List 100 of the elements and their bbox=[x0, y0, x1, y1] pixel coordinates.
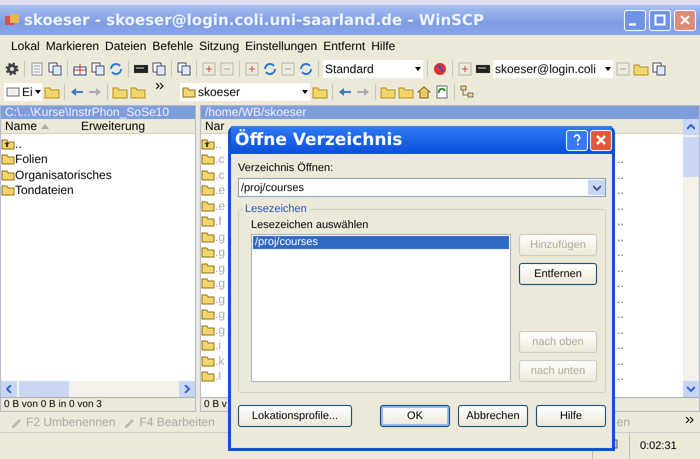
rights-cell: .. bbox=[617, 230, 624, 244]
scroll-up-icon[interactable] bbox=[687, 124, 695, 130]
rights-cell: .. bbox=[617, 183, 624, 198]
column-header[interactable]: Nar bbox=[201, 119, 224, 133]
folder-icon bbox=[201, 184, 215, 196]
vertical-scrollbar[interactable] bbox=[683, 119, 699, 397]
folder-icon bbox=[201, 324, 215, 336]
rights-cell: .. bbox=[617, 245, 624, 260]
menu-item[interactable]: Befehle bbox=[149, 39, 196, 53]
dialog-title: Öffne Verzeichnis bbox=[235, 130, 402, 150]
minus-icon[interactable] bbox=[219, 60, 235, 76]
copy-icon[interactable] bbox=[651, 60, 667, 76]
more-icon[interactable] bbox=[156, 83, 164, 89]
close-icon bbox=[595, 134, 607, 146]
menu-item[interactable]: Sitzung bbox=[196, 39, 242, 53]
dialog-button[interactable]: Abbrechen bbox=[458, 405, 528, 427]
folder-icon bbox=[201, 308, 215, 320]
sync-icon[interactable] bbox=[262, 60, 278, 76]
rights-cell: .. bbox=[617, 369, 624, 384]
folder-icon bbox=[201, 277, 215, 290]
dialog-button[interactable]: OK bbox=[380, 405, 450, 427]
scroll-down-icon[interactable] bbox=[687, 386, 695, 392]
horizontal-scrollbar[interactable] bbox=[1, 381, 195, 397]
file-name[interactable]: Organisatorisches bbox=[15, 168, 112, 182]
minimize-button[interactable] bbox=[624, 10, 646, 30]
file-name[interactable]: Tondateien bbox=[15, 183, 74, 198]
parent-folder-icon bbox=[1, 138, 15, 150]
folder-icon bbox=[1, 153, 15, 166]
rights-cell: .. bbox=[617, 322, 624, 337]
folder-icon bbox=[201, 339, 215, 352]
menu-item[interactable]: Hilfe bbox=[368, 39, 398, 53]
rights-cell: .. bbox=[617, 292, 624, 306]
dialog-button[interactable]: Hilfe bbox=[536, 405, 606, 427]
parent-folder-icon bbox=[201, 138, 215, 150]
session-dropdown[interactable]: skoeser@login.coli bbox=[493, 60, 613, 78]
globe-icon[interactable] bbox=[432, 60, 448, 76]
scrollbar-thumb[interactable] bbox=[19, 381, 69, 397]
rights-cell: .. bbox=[617, 198, 624, 213]
column-header[interactable]: Erweiterung bbox=[77, 119, 146, 133]
dialog-button[interactable]: Lokationsprofile... bbox=[238, 405, 352, 427]
folder-icon bbox=[182, 86, 196, 98]
file-name[interactable]: Folien bbox=[15, 152, 48, 166]
close-button[interactable] bbox=[674, 10, 696, 30]
scroll-left-icon[interactable] bbox=[6, 385, 12, 393]
dialog-button[interactable]: Entfernen bbox=[519, 263, 597, 285]
rights-cell: .. bbox=[617, 307, 624, 322]
maximize-button[interactable] bbox=[649, 10, 671, 30]
copy-icon[interactable] bbox=[151, 60, 167, 76]
rights-cell: .. bbox=[617, 168, 624, 182]
plus-icon[interactable] bbox=[201, 60, 217, 76]
minus-icon[interactable] bbox=[280, 60, 296, 76]
folder-icon bbox=[201, 370, 215, 382]
folder-icon bbox=[201, 200, 215, 212]
question-mark-icon bbox=[571, 134, 583, 146]
folder-icon bbox=[201, 292, 215, 305]
plus-icon[interactable] bbox=[244, 60, 260, 76]
close-button[interactable] bbox=[590, 130, 612, 150]
drive-dropdown[interactable]: Ei bbox=[4, 82, 42, 100]
menu-item[interactable]: Entfernt bbox=[320, 39, 368, 53]
column-header[interactable]: Name bbox=[1, 119, 77, 133]
sync-icon[interactable] bbox=[108, 60, 124, 76]
folder-icon bbox=[201, 168, 215, 181]
folder-icon bbox=[1, 168, 15, 181]
directory-field[interactable]: /proj/courses bbox=[238, 178, 606, 197]
folder-icon bbox=[1, 184, 15, 196]
scroll-right-icon[interactable] bbox=[184, 385, 190, 393]
maximize-icon bbox=[654, 14, 666, 26]
menu-item[interactable]: Dateien bbox=[102, 39, 150, 53]
selection-status: 0 B von 0 B in 0 von 3 bbox=[1, 397, 195, 411]
preset-dropdown[interactable]: Standard bbox=[323, 60, 423, 78]
folder-icon bbox=[201, 262, 215, 274]
gear-icon[interactable] bbox=[4, 60, 20, 76]
minus-icon[interactable] bbox=[615, 60, 631, 76]
sync-icon[interactable] bbox=[298, 60, 314, 76]
tree-icon[interactable] bbox=[459, 84, 475, 100]
bookmark-list[interactable]: /proj/courses bbox=[251, 234, 511, 382]
menu-item[interactable]: Lokal bbox=[8, 39, 43, 53]
rights-cell: .. bbox=[617, 260, 624, 275]
menu-item[interactable]: Einstellungen bbox=[242, 39, 320, 53]
copy-icon[interactable] bbox=[176, 60, 192, 76]
home-icon[interactable] bbox=[416, 84, 432, 100]
scrollbar-thumb[interactable] bbox=[683, 137, 699, 177]
group-title: Lesezeichen bbox=[244, 203, 308, 215]
refresh-icon[interactable] bbox=[434, 84, 450, 100]
local-path-bar: C:\...\Kurse\InstrPhon_SoSe10 bbox=[1, 106, 195, 119]
help-button[interactable] bbox=[566, 130, 588, 150]
caret-icon bbox=[592, 184, 600, 190]
menu-item[interactable]: Markieren bbox=[42, 39, 102, 53]
file-name[interactable]: .. bbox=[15, 136, 22, 151]
copy-icon[interactable] bbox=[90, 60, 106, 76]
folder-icon bbox=[201, 153, 215, 166]
folder-icon bbox=[201, 354, 215, 367]
rights-cell: .. bbox=[617, 152, 624, 166]
copy-icon[interactable] bbox=[47, 60, 63, 76]
more-icon[interactable] bbox=[686, 417, 694, 423]
folder-icon bbox=[201, 246, 215, 258]
remote-folder-dropdown[interactable]: skoeser bbox=[180, 82, 310, 100]
remote-path-bar: /home/WB/skoeser bbox=[201, 106, 699, 119]
bookmark-item[interactable]: /proj/courses bbox=[253, 236, 509, 249]
rights-cell: .. bbox=[617, 214, 624, 228]
